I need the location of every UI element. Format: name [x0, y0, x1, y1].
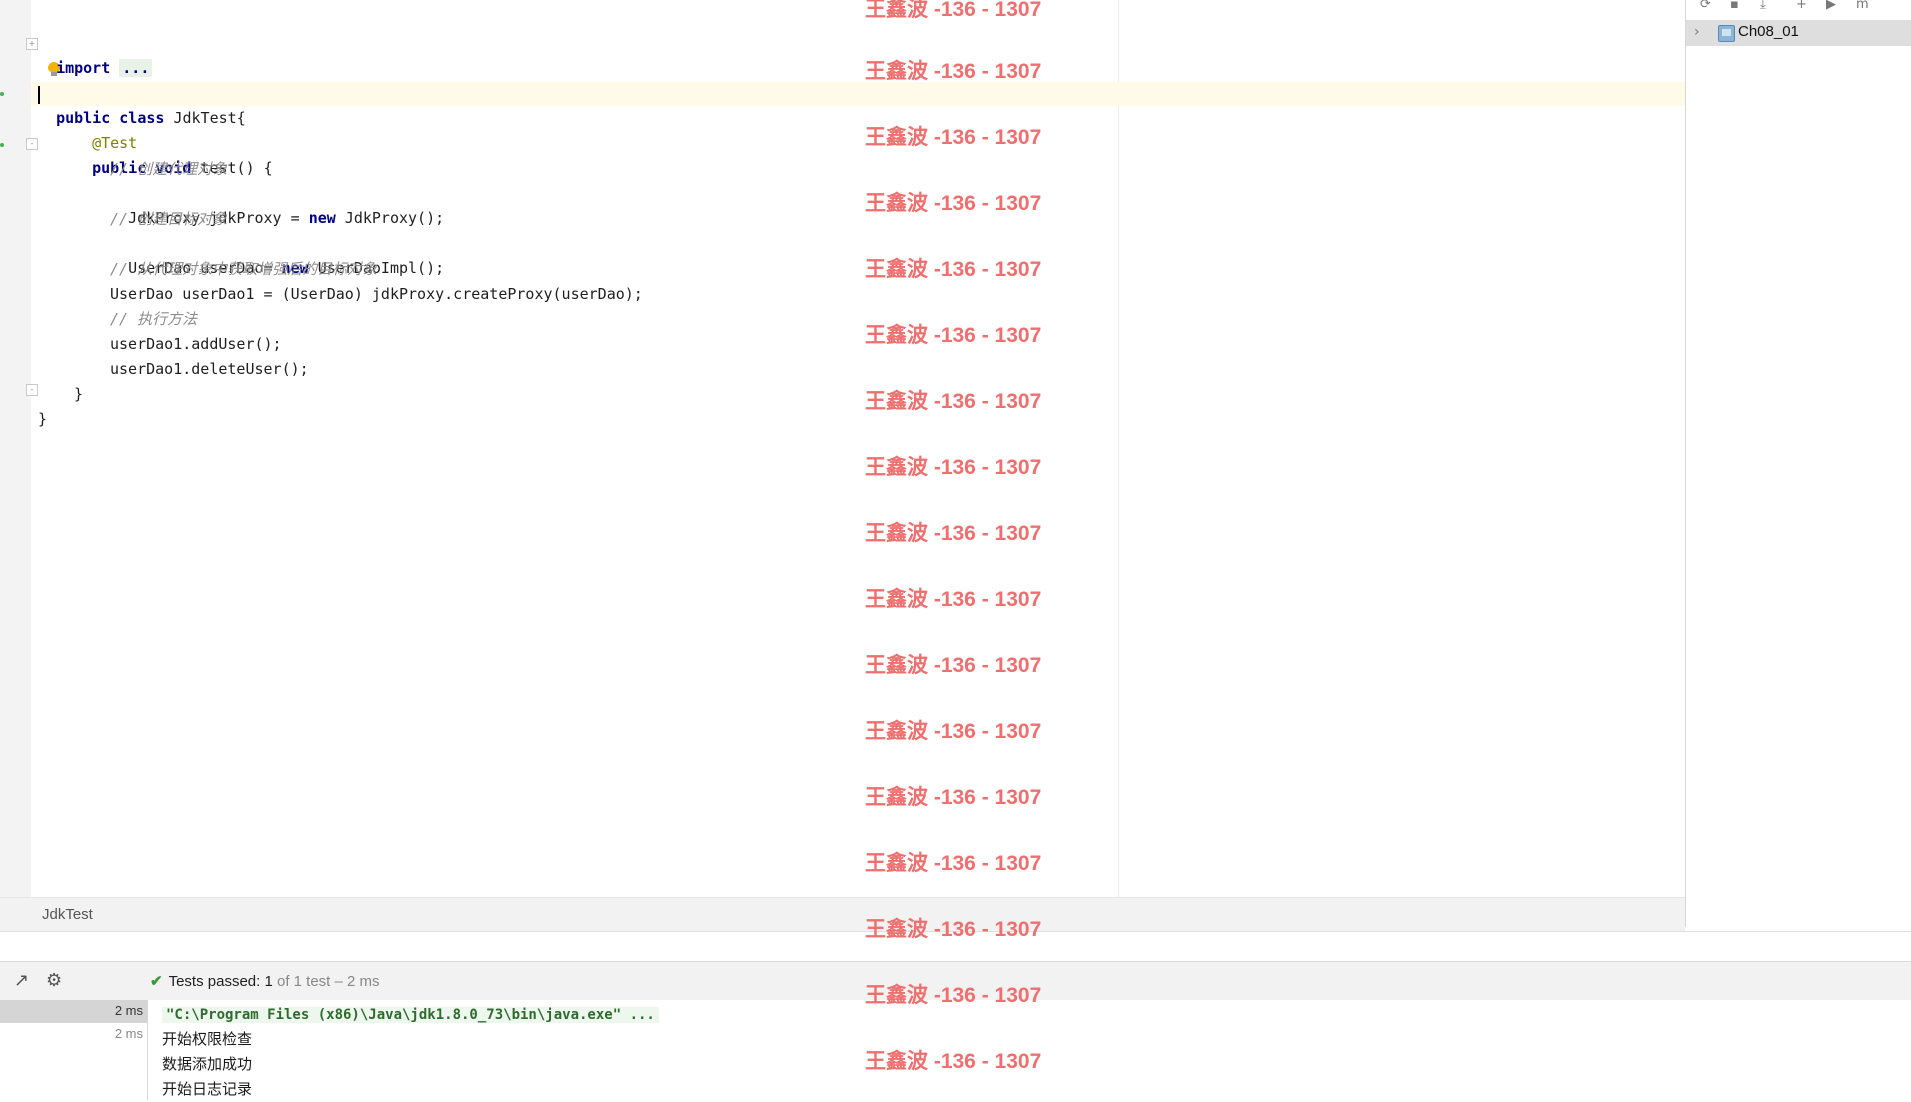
console-line: "C:\Program Files (x86)\Java\jdk1.8.0_73… — [162, 1002, 659, 1027]
watermark: 王鑫波 -136 - 1307 — [865, 456, 1042, 479]
run-icon[interactable]: ▶ — [1826, 0, 1842, 11]
class-name: JdkTest{ — [164, 109, 246, 127]
watermark: 王鑫波 -136 - 1307 — [865, 324, 1042, 347]
right-margin-guide — [1118, 0, 1119, 897]
project-panel: ⟳ ▪ ⤓ + ▶ m › Ch08_01 — [1685, 0, 1911, 927]
code-line-userdao1[interactable]: UserDao userDao1 = (UserDao) jdkProxy.cr… — [110, 282, 643, 306]
fold-method-icon[interactable]: - — [26, 138, 38, 150]
watermark: 王鑫波 -136 - 1307 — [865, 1050, 1042, 1073]
test-result-row[interactable]: 2 ms — [0, 1000, 147, 1023]
watermark: 王鑫波 -136 - 1307 — [865, 786, 1042, 809]
code-line-method-close[interactable]: } — [74, 382, 83, 406]
editor-gutter — [0, 0, 32, 897]
comment-execute[interactable]: // 执行方法 — [110, 307, 197, 331]
code-line-class[interactable]: public class JdkTest{ — [38, 82, 246, 127]
folded-imports[interactable]: ... — [119, 59, 153, 77]
tests-status-label: Tests passed: — [168, 973, 261, 990]
console-command[interactable]: "C:\Program Files (x86)\Java\jdk1.8.0_73… — [162, 1007, 659, 1023]
code-line-annotation[interactable]: @Test — [74, 107, 137, 152]
code-line-method[interactable]: public void test() { — [74, 132, 273, 177]
code-line-import[interactable]: import ... — [38, 32, 153, 77]
watermark: 王鑫波 -136 - 1307 — [865, 918, 1042, 941]
code-line-userdao[interactable]: UserDao userDao= new UserDaoImpl(); — [110, 232, 444, 277]
code-line-deleteuser[interactable]: userDao1.deleteUser(); — [110, 357, 309, 381]
watermark: 王鑫波 -136 - 1307 — [865, 588, 1042, 611]
check-icon: ✔ — [150, 973, 163, 990]
test-duration: 2 ms — [114, 1026, 143, 1041]
run-class-gutter-icon[interactable] — [0, 92, 4, 96]
download-icon[interactable]: ⤓ — [1760, 0, 1776, 11]
panel-toolbar: ⟳ ▪ ⤓ + ▶ m — [1686, 0, 1911, 16]
keyword-import: import — [56, 59, 111, 77]
code-text: JdkProxy(); — [335, 209, 445, 227]
chevron-right-icon[interactable]: › — [1694, 24, 1700, 40]
watermark: 王鑫波 -136 - 1307 — [865, 60, 1042, 83]
breadcrumb-item[interactable]: JdkTest — [42, 906, 93, 923]
project-tree-item[interactable]: › Ch08_01 — [1686, 20, 1911, 46]
maven-icon[interactable]: m — [1856, 0, 1872, 11]
watermark: 王鑫波 -136 - 1307 — [865, 984, 1042, 1007]
watermark: 王鑫波 -136 - 1307 — [865, 852, 1042, 875]
watermark: 王鑫波 -136 - 1307 — [865, 0, 1042, 21]
watermark: 王鑫波 -136 - 1307 — [865, 126, 1042, 149]
refresh-icon[interactable]: ⟳ — [1700, 0, 1716, 11]
console-line: 开始权限检查 — [162, 1030, 253, 1048]
fold-end-icon[interactable]: - — [26, 384, 38, 396]
breadcrumb: JdkTest — [0, 897, 1685, 932]
current-line-highlight — [31, 82, 1685, 106]
watermark: 王鑫波 -136 - 1307 — [865, 720, 1042, 743]
test-duration: 2 ms — [114, 1003, 143, 1018]
keyword-new: new — [308, 209, 336, 227]
text-caret — [38, 86, 40, 104]
code-line-adduser[interactable]: userDao1.addUser(); — [110, 332, 282, 356]
console-line: 数据添加成功 — [162, 1055, 253, 1073]
console-line: 开始日志记录 — [162, 1080, 253, 1098]
comment-create-target[interactable]: // 创建目标对象 — [110, 207, 227, 231]
export-icon[interactable]: ↗ — [14, 972, 29, 990]
fold-import-icon[interactable]: + — [26, 38, 38, 50]
comment-get-enhanced[interactable]: // 从代理对象中获取增强后的目标对象 — [110, 257, 377, 281]
generate-icon[interactable]: ▪ — [1730, 0, 1746, 11]
add-icon[interactable]: + — [1796, 0, 1812, 11]
test-results-tree: 2 ms 2 ms — [0, 1000, 148, 1100]
comment-create-proxy[interactable]: // 创建代理对象 — [110, 157, 227, 181]
gear-icon[interactable]: ⚙ — [46, 972, 62, 990]
watermark: 王鑫波 -136 - 1307 — [865, 390, 1042, 413]
code-line-class-close[interactable]: } — [38, 407, 47, 431]
test-result-row[interactable]: 2 ms — [0, 1023, 147, 1046]
watermark: 王鑫波 -136 - 1307 — [865, 522, 1042, 545]
watermark: 王鑫波 -136 - 1307 — [865, 192, 1042, 215]
module-icon — [1718, 25, 1735, 42]
watermark: 王鑫波 -136 - 1307 — [865, 654, 1042, 677]
run-test-gutter-icon[interactable] — [0, 143, 4, 147]
tests-status: ✔ Tests passed: 1 of 1 test – 2 ms — [150, 972, 380, 990]
watermark: 王鑫波 -136 - 1307 — [865, 258, 1042, 281]
code-editor[interactable] — [31, 0, 1685, 897]
project-tree-label: Ch08_01 — [1738, 23, 1799, 40]
code-line-proxy[interactable]: JdkProxy jdkProxy = new JdkProxy(); — [110, 182, 444, 227]
tests-status-detail: of 1 test – 2 ms — [276, 973, 380, 990]
tests-passed-count: 1 — [264, 973, 273, 990]
